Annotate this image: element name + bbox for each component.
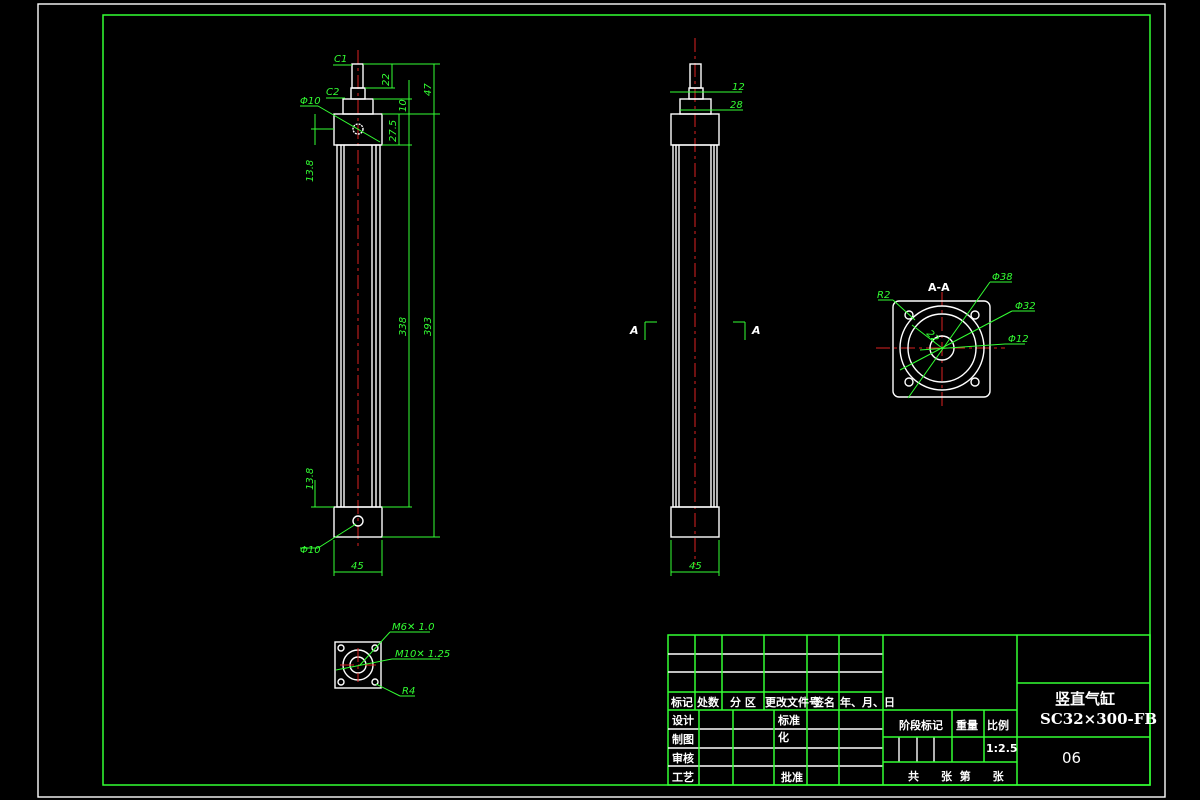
dim-phi10-top: Φ10 — [300, 96, 321, 107]
dim-r4: R4 — [402, 686, 415, 697]
stage-mark-label: 阶段标记 — [899, 718, 943, 732]
dim-22-section: 22 — [924, 328, 941, 345]
approve-label: 批准 — [781, 770, 803, 784]
dim-28: 28 — [730, 100, 743, 111]
section-view-a-a: A-A R2 Φ38 Φ32 Φ12 22 — [876, 272, 1036, 410]
drawing-number: 06 — [1062, 749, 1081, 767]
flange-view: M6✕ 1.0 M10✕ 1.25 R4 — [334, 622, 450, 697]
section-mark-right: A — [751, 324, 761, 337]
dim-m6: M6✕ 1.0 — [392, 622, 434, 633]
dim-m10: M10✕ 1.25 — [395, 649, 450, 660]
dim-phi32: Φ32 — [1015, 301, 1036, 312]
dim-13-8-bottom: 13.8 — [305, 468, 316, 490]
weight-label: 重量 — [956, 718, 978, 732]
dim-45-side: 45 — [689, 561, 702, 572]
dim-r2: R2 — [877, 290, 890, 301]
front-view: C1 C2 Φ10 22 10 47 27.5 13.8 338 393 13.… — [300, 50, 440, 576]
header-change-doc: 更改文件号 — [765, 695, 820, 709]
part-model: SC32×300-FB — [1040, 710, 1157, 728]
sheets-label: 共 张 第 张 — [908, 769, 1005, 783]
dim-10: 10 — [398, 99, 409, 112]
dim-22: 22 — [381, 73, 392, 86]
dim-27-5: 27.5 — [388, 120, 399, 142]
header-signature: 签名 — [812, 695, 835, 709]
dim-12: 12 — [732, 82, 745, 93]
scale-value: 1:2.5 — [986, 742, 1018, 755]
part-name: 竖直气缸 — [1055, 690, 1115, 708]
row-review: 审核 — [672, 751, 694, 765]
row-drafting: 制图 — [672, 732, 694, 746]
header-zone: 分 区 — [730, 695, 756, 709]
section-mark-left: A — [629, 324, 639, 337]
header-count: 处数 — [696, 695, 720, 709]
scale-label: 比例 — [987, 718, 1009, 732]
standardization-label-2: 化 — [778, 730, 789, 744]
header-date: 年、月、日 — [840, 695, 895, 709]
chamfer-c1-label: C1 — [334, 54, 347, 65]
drawing-frame — [102, 14, 1151, 786]
row-process: 工艺 — [672, 770, 694, 784]
dim-phi12: Φ12 — [1008, 334, 1029, 345]
dim-338: 338 — [398, 317, 409, 336]
standardization-label: 标准 — [777, 713, 800, 727]
header-mark: 标记 — [670, 695, 693, 709]
dim-393: 393 — [423, 317, 434, 336]
dim-phi10-bottom: Φ10 — [300, 545, 321, 556]
dim-phi38: Φ38 — [992, 272, 1013, 283]
title-block: 标记 处数 分 区 更改文件号 签名 年、月、日 设计 制图 审核 工艺 标准 … — [667, 634, 1157, 786]
dim-13-8-top: 13.8 — [305, 160, 316, 182]
dim-47: 47 — [423, 83, 434, 96]
cad-drawing: C1 C2 Φ10 22 10 47 27.5 13.8 338 393 13.… — [37, 3, 1166, 798]
chamfer-c2-label: C2 — [326, 87, 339, 98]
section-title: A-A — [928, 281, 950, 294]
side-view: 12 28 45 A A — [629, 38, 761, 576]
dim-45-front: 45 — [351, 561, 364, 572]
sheet-border — [37, 3, 1166, 798]
row-design: 设计 — [672, 713, 694, 727]
